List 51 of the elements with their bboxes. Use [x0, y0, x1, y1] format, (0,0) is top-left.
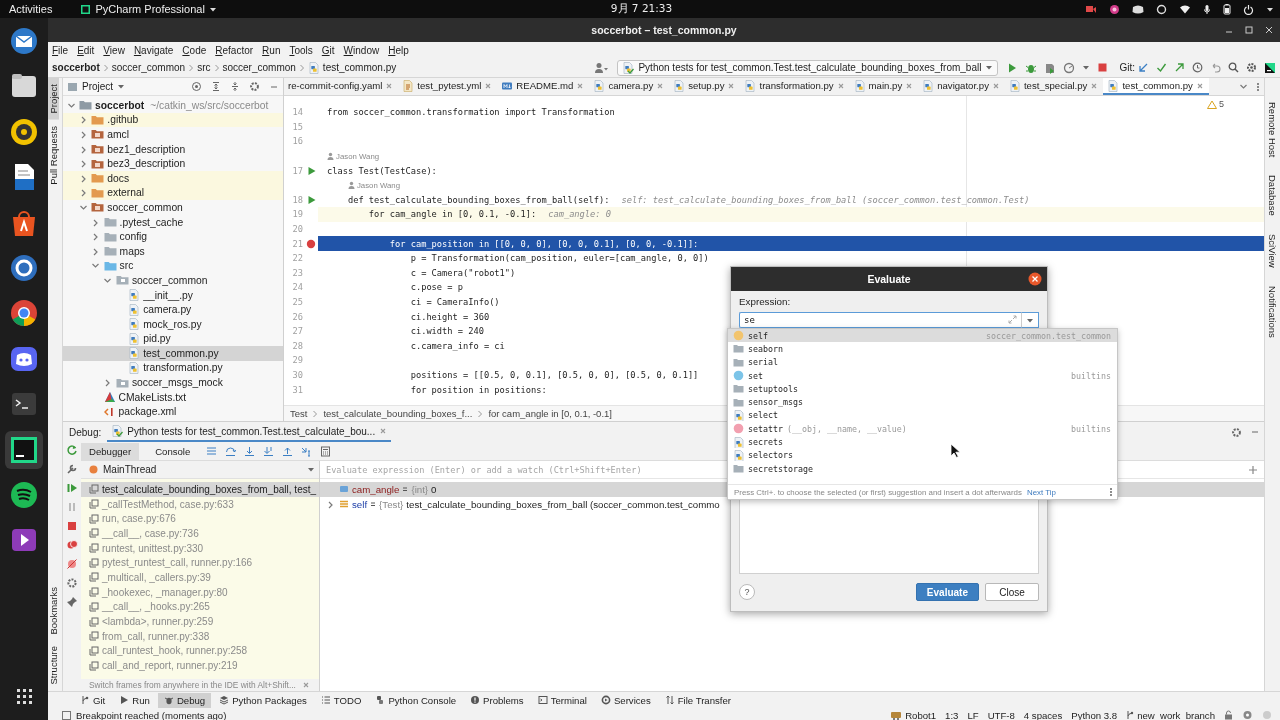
dialog-title: Evaluate [867, 273, 911, 285]
line-number: 28 [291, 340, 304, 351]
line-number: 14 [291, 107, 304, 118]
inline-value-hint: cam_angle: 0 [548, 209, 611, 220]
line-number: 26 [291, 311, 304, 322]
line-number: 16 [291, 136, 304, 147]
line-number: 21 [291, 238, 304, 249]
project-path: ~/catkin_ws/src/soccerbot [150, 99, 269, 111]
panel-title: Debug: [69, 426, 102, 438]
hint-text: Switch frames from anywhere in the IDE with Alt+Shift... [89, 680, 296, 690]
window-title: soccerbot – test_common.py [591, 24, 737, 36]
line-number: 17 [291, 165, 304, 176]
line-number: 20 [291, 224, 304, 235]
variable-type: {int} [411, 483, 429, 495]
code-line: from soccer_common.transformation import Transformation [327, 107, 615, 118]
field-label: Expression: [739, 296, 792, 308]
code-line: positions = [[0.5, 0, 0.1], [0.5, 0, 0], [0.5, 0, 0.1]] [409, 370, 699, 380]
line-number: 24 [291, 282, 304, 293]
variable-name: cam_angle [352, 483, 400, 495]
code-line: for cam_position in [[0, 0, 0], [0, 0, 0.1], [0, 0, -0.1]]: [388, 238, 699, 249]
code-line: c.camera_info = ci [409, 340, 505, 351]
line-number: 23 [291, 267, 304, 278]
completion-source: soccer_common.test_common [986, 330, 1111, 341]
line-number: 15 [291, 121, 304, 132]
completion-source: builtins [1071, 423, 1111, 434]
code-line: for position in positions: [409, 384, 547, 395]
variable-type: {Test} [379, 498, 404, 510]
line-number: 27 [291, 326, 304, 337]
line-number: 31 [291, 384, 304, 395]
code-line: class Test(TestCase): [327, 165, 437, 176]
code-line: c = Camera("robot1") [409, 267, 516, 278]
line-number: 25 [291, 297, 304, 307]
code-line: p = Transformation(cam_position, euler=[cam_angle, 0, 0]) [409, 253, 709, 264]
inline-value-hint: self: test_calculate_bounding_boxes_from_ball (soccer_common.test_common.Test) [621, 194, 1030, 205]
line-number: 29 [291, 355, 304, 366]
parameter-list: (__obj, __name, __value) [786, 423, 907, 434]
code-line: for cam_angle in [0, 0.1, -0.1]: [367, 209, 537, 220]
vcs-label: Git: [1119, 62, 1135, 73]
code-line: c.pose = p [409, 282, 463, 293]
code-line: ci.width = 240 [409, 326, 484, 337]
line-number: 22 [291, 253, 304, 264]
variable-name: self [352, 498, 368, 510]
line-number: 18 [291, 194, 304, 205]
code-line: ci.height = 360 [409, 311, 490, 322]
line-number: 19 [291, 209, 304, 220]
code-line: def test_calculate_bounding_boxes_from_ball(self): [346, 194, 610, 205]
completion-source: builtins [1071, 370, 1111, 381]
variable-value: test_calculate_bounding_boxes_from_ball (soccer_common.test_commo [406, 498, 720, 510]
variable-value: 0 [431, 483, 437, 495]
code-line: ci = CameraInfo() [409, 297, 500, 307]
line-number: 30 [291, 370, 304, 380]
